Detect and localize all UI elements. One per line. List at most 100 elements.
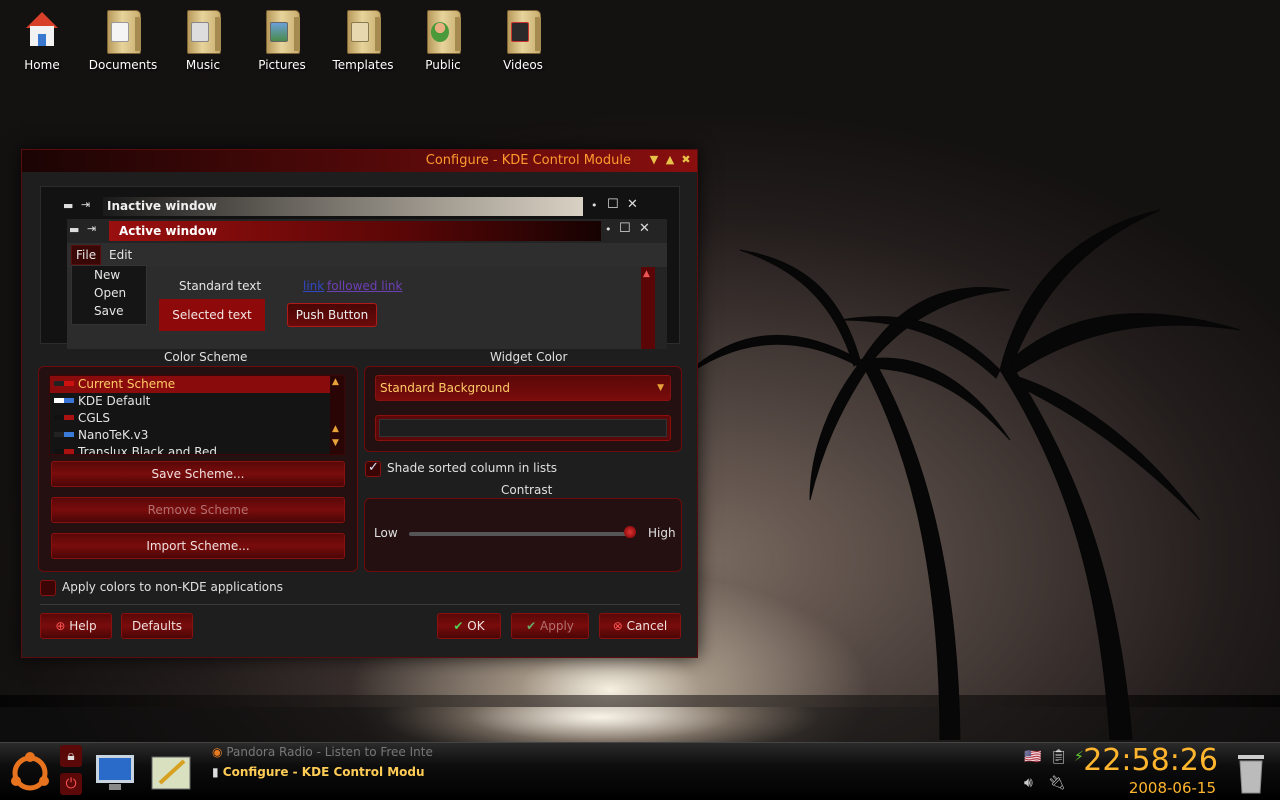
list-scrollbar[interactable]: ▲ ▲ ▼: [330, 376, 344, 454]
task-item-pandora[interactable]: ◉ Pandora Radio - Listen to Free Inte: [212, 745, 433, 759]
keyboard-layout-flag-icon[interactable]: 🇺🇸︎: [1024, 749, 1041, 765]
color-scheme-list[interactable]: Current Scheme KDE Default CGLS NanoTeK.…: [49, 375, 345, 455]
trash-icon[interactable]: [1234, 749, 1268, 795]
desktop-icon-home[interactable]: Home: [2, 6, 82, 72]
preview-followed-link: followed link: [327, 279, 403, 293]
list-item[interactable]: Current Scheme: [50, 376, 330, 393]
selected-text: Selected text: [159, 299, 265, 331]
desktop-icon-label: Pictures: [258, 58, 306, 72]
pin-icon: ⇥: [81, 198, 91, 211]
folder-documents-icon: [103, 6, 143, 54]
contrast-label: Contrast: [501, 483, 553, 497]
folder-videos-icon: [503, 6, 543, 54]
ok-button-label: OK: [467, 619, 485, 633]
widget-color-select[interactable]: Standard Background ▼: [375, 375, 671, 401]
power-icon[interactable]: ⏻: [60, 773, 82, 795]
close-icon: ✕: [639, 221, 650, 236]
defaults-button[interactable]: Defaults: [121, 613, 193, 639]
cancel-button[interactable]: ⊗ Cancel: [599, 613, 681, 639]
task-label: Pandora Radio - Listen to Free Inte: [226, 745, 433, 759]
clock[interactable]: 22:58:26: [1083, 743, 1218, 778]
list-item[interactable]: KDE Default: [50, 393, 330, 410]
network-icon[interactable]: 🔌︎: [1048, 775, 1066, 791]
menu-item-save: Save: [94, 304, 124, 318]
folder-templates-icon: [343, 6, 383, 54]
dot-icon: •: [591, 199, 598, 212]
color-preview: ▬ ⇥ Inactive window • ☐ ✕ ▬ ⇥ Active win…: [40, 186, 680, 349]
folder-music-icon: [183, 6, 223, 54]
date: 2008-06-15: [1128, 779, 1216, 797]
desktop-icon-documents[interactable]: Documents: [83, 6, 163, 72]
divider: [40, 604, 680, 605]
apply-colors-label: Apply colors to non-KDE applications: [62, 580, 284, 594]
desktop-icon-music[interactable]: Music: [163, 6, 243, 72]
desktop-icon-label: Documents: [88, 58, 158, 72]
preview-menubar: File Edit: [67, 243, 667, 267]
kde-control-window: Configure - KDE Control Module ▼ ▲ ✖ ▬ ⇥…: [21, 149, 698, 658]
scroll-up-icon[interactable]: ▲: [332, 424, 339, 434]
window-titlebar[interactable]: Configure - KDE Control Module ▼ ▲ ✖: [22, 150, 697, 172]
desktop-icon-pictures[interactable]: Pictures: [242, 6, 322, 72]
window-title: Configure - KDE Control Module: [425, 153, 631, 168]
desktop-icon-public[interactable]: Public: [403, 6, 483, 72]
menu-icon: ▬: [63, 199, 74, 212]
desktop-icon-label: Home: [24, 58, 60, 72]
list-item[interactable]: CGLS: [50, 410, 330, 427]
save-scheme-button[interactable]: Save Scheme...: [51, 461, 345, 487]
volume-icon[interactable]: 🔊︎: [1024, 775, 1033, 791]
maximize-icon: ☐: [619, 221, 631, 236]
preview-inactive-window: ▬ ⇥ Inactive window • ☐ ✕: [61, 197, 651, 217]
menu-item-new: New: [94, 268, 121, 282]
menu-item-open: Open: [94, 286, 127, 300]
menu-edit: Edit: [109, 248, 133, 262]
clipboard-icon[interactable]: 📋︎: [1050, 749, 1068, 765]
import-scheme-button[interactable]: Import Scheme...: [51, 533, 345, 559]
desktop-icon-videos[interactable]: Videos: [483, 6, 563, 72]
document-icon: ▮: [212, 765, 219, 779]
ubuntu-menu-icon[interactable]: [8, 751, 52, 795]
folder-pictures-icon: [262, 6, 302, 54]
apply-colors-checkbox[interactable]: [40, 580, 56, 596]
text-editor-icon[interactable]: [150, 753, 194, 793]
list-item[interactable]: Translux Black and Red: [50, 444, 330, 454]
firefox-icon: ◉: [212, 745, 223, 759]
cancel-button-label: Cancel: [626, 619, 668, 633]
desktop-icon-label: Music: [185, 58, 221, 72]
shade-sorted-checkbox[interactable]: [365, 460, 381, 477]
desktop-icon-label: Templates: [332, 58, 394, 72]
lock-icon[interactable]: 🔒︎: [60, 745, 82, 767]
color-scheme-label: Color Scheme: [164, 350, 248, 364]
help-button[interactable]: ⊕ Help: [40, 613, 112, 639]
chevron-down-icon: ▼: [657, 383, 664, 393]
minimize-icon[interactable]: ▼: [647, 153, 661, 167]
dot-icon: •: [605, 223, 612, 236]
preview-scrollbar: ▲: [641, 267, 655, 349]
list-item[interactable]: NanoTeK.v3: [50, 427, 330, 444]
contrast-slider-handle[interactable]: [624, 526, 637, 538]
desktop-icon-label: Public: [425, 58, 461, 72]
maximize-icon[interactable]: ▲: [663, 153, 677, 167]
close-icon: ✕: [627, 197, 638, 212]
color-scheme-panel: Current Scheme KDE Default CGLS NanoTeK.…: [38, 366, 358, 572]
widget-color-label: Widget Color: [490, 350, 568, 364]
scroll-up-icon[interactable]: ▲: [332, 377, 339, 387]
contrast-panel: Low High: [364, 498, 682, 572]
wallpaper-palms: [679, 209, 1241, 740]
monitor-icon[interactable]: [94, 753, 136, 793]
help-icon: ⊕: [55, 619, 66, 633]
task-item-configure[interactable]: ▮ Configure - KDE Control Modu: [212, 765, 425, 779]
scroll-down-icon[interactable]: ▼: [332, 438, 339, 448]
ok-button[interactable]: ✔ OK: [437, 613, 501, 639]
desktop-icon-templates[interactable]: Templates: [323, 6, 403, 72]
contrast-slider[interactable]: [409, 532, 635, 536]
close-icon[interactable]: ✖: [679, 153, 693, 167]
preview-active-window: ▬ ⇥ Active window • ☐ ✕ File Edit Standa…: [67, 219, 667, 349]
menu-file: File: [71, 245, 102, 265]
task-label: Configure - KDE Control Modu: [222, 765, 425, 779]
remove-scheme-button[interactable]: Remove Scheme: [51, 497, 345, 523]
widget-color-button[interactable]: [375, 415, 671, 441]
widget-color-panel: Standard Background ▼: [364, 366, 682, 452]
check-icon: ✔: [526, 619, 537, 633]
apply-button[interactable]: ✔ Apply: [511, 613, 589, 639]
desktop-icon-label: Videos: [503, 58, 543, 72]
